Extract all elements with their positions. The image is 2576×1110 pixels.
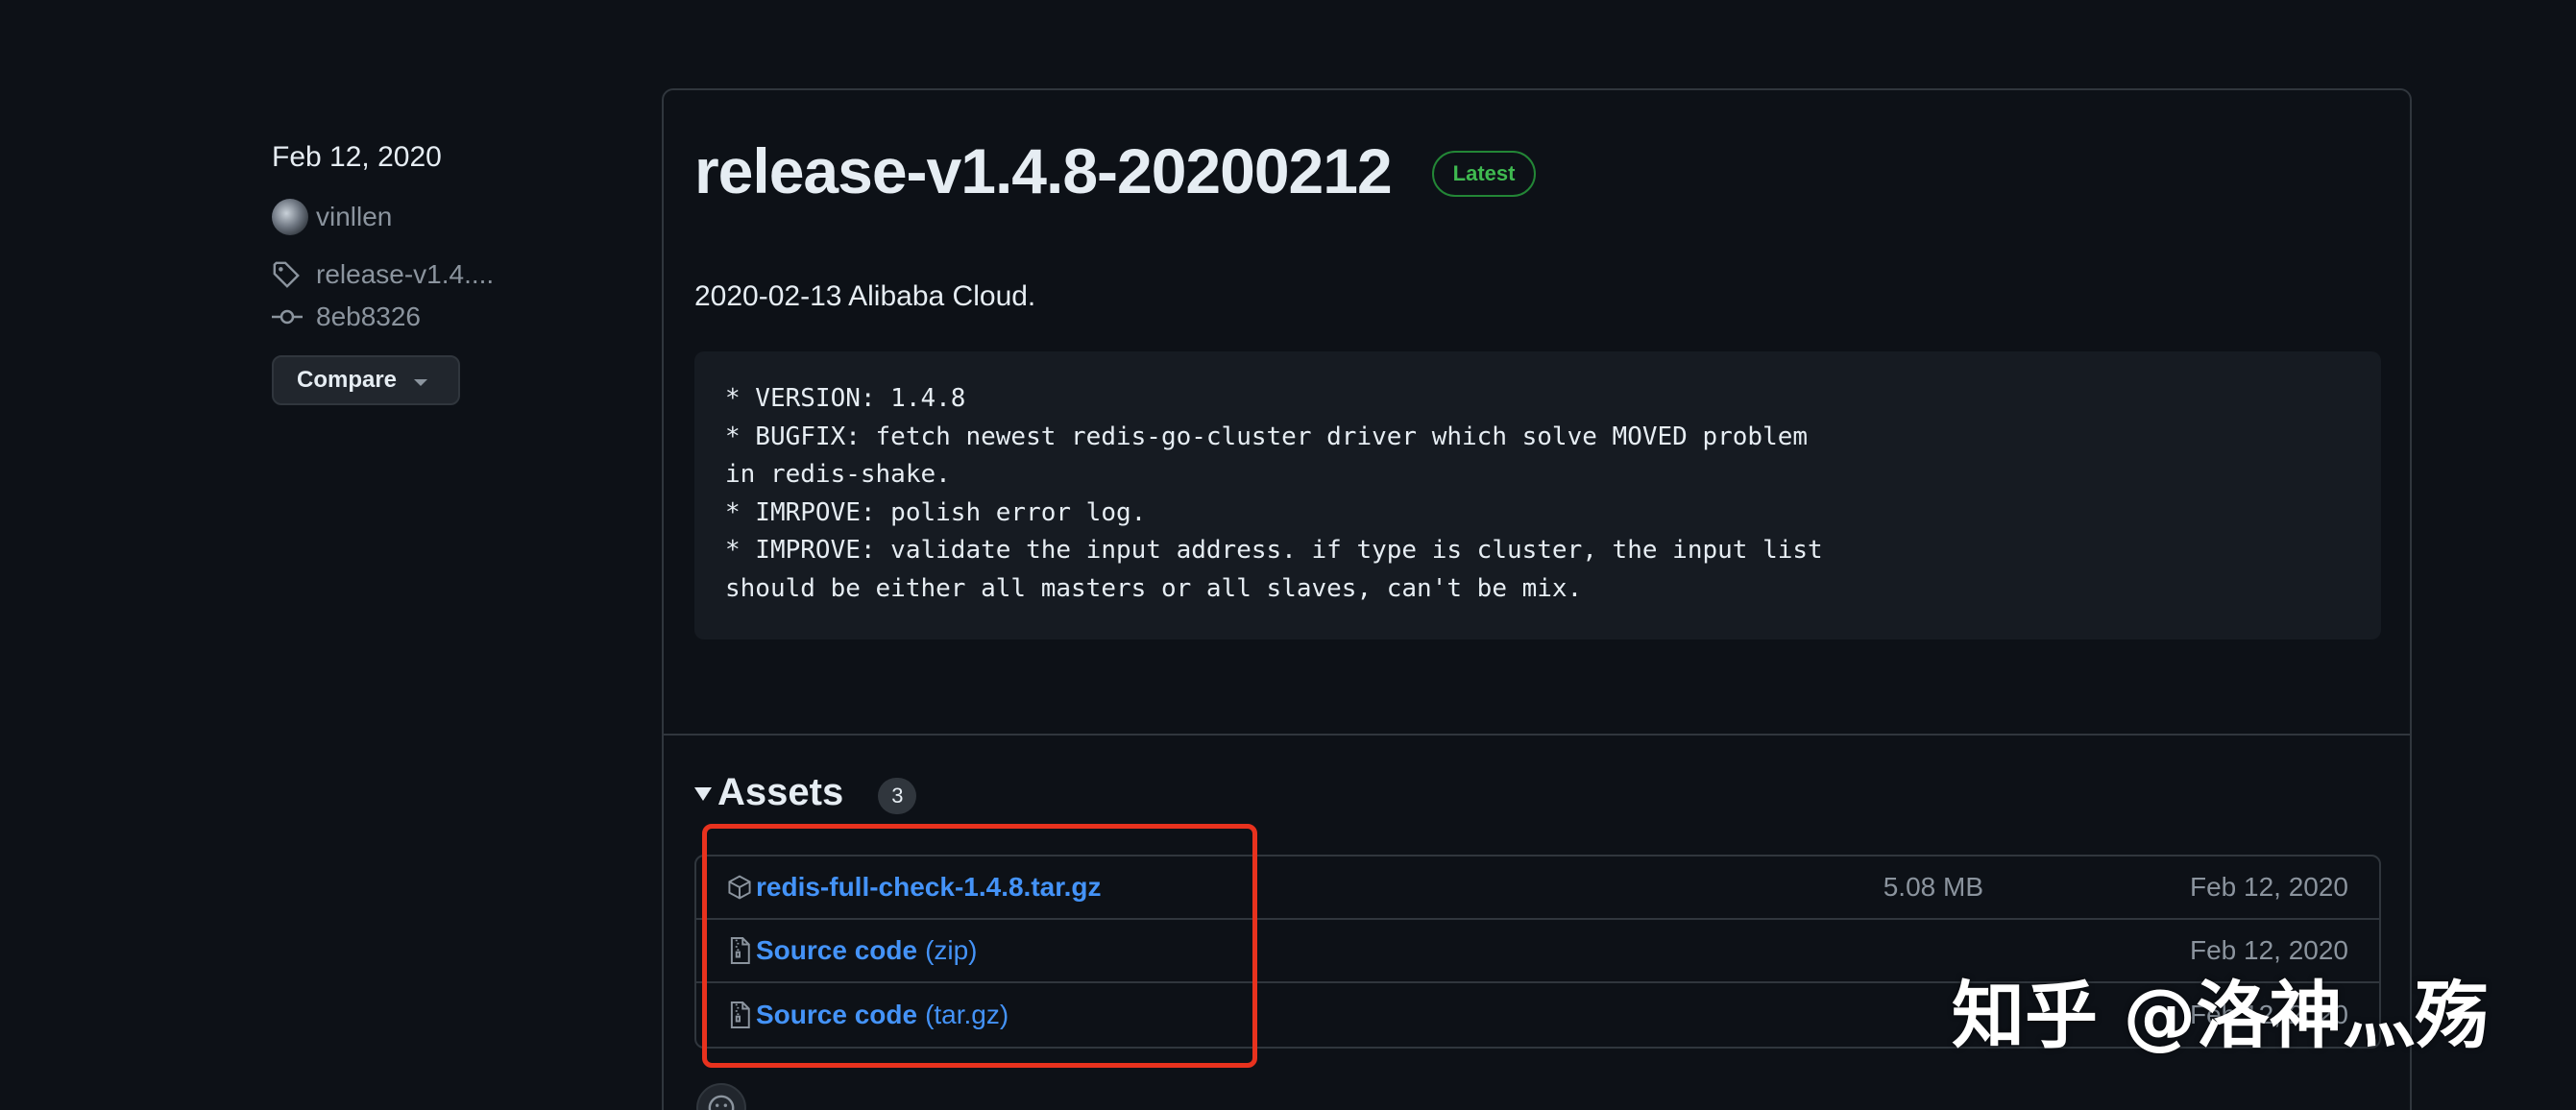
compare-label: Compare — [297, 367, 398, 393]
chevron-down-icon — [414, 378, 428, 386]
asset-format[interactable]: (zip) — [925, 935, 977, 966]
compare-button[interactable]: Compare — [272, 355, 460, 405]
release-notes-code: * VERSION: 1.4.8 * BUGFIX: fetch newest … — [694, 351, 2381, 639]
avatar — [272, 199, 308, 235]
add-reaction-button[interactable] — [696, 1083, 746, 1110]
asset-size: 5.08 MB — [1883, 872, 1983, 902]
triangle-down-icon — [694, 787, 712, 801]
file-zip-icon — [727, 935, 756, 966]
author-name: vinllen — [316, 202, 393, 231]
asset-date: Feb 12, 2020 — [2189, 872, 2348, 902]
asset-name[interactable]: redis-full-check-1.4.8.tar.gz — [756, 872, 1101, 903]
tag-icon — [272, 260, 308, 289]
divider — [664, 734, 2410, 736]
release-header: release-v1.4.8-20200212 Latest — [694, 134, 1537, 207]
smiley-icon — [708, 1095, 735, 1110]
release-page: Feb 12, 2020 vinllen release-v1.4.... 8e… — [0, 0, 2576, 1110]
tag-link[interactable]: release-v1.4.... — [272, 255, 618, 294]
file-zip-icon — [727, 1000, 756, 1030]
commit-icon — [272, 302, 308, 331]
commit-hash: 8eb8326 — [316, 302, 422, 331]
latest-badge: Latest — [1431, 151, 1537, 197]
release-description: 2020-02-13 Alibaba Cloud. — [694, 280, 1036, 312]
commit-link[interactable]: 8eb8326 — [272, 298, 618, 336]
assets-count-badge: 3 — [878, 778, 917, 814]
assets-toggle[interactable]: Assets 3 — [694, 770, 917, 814]
release-title[interactable]: release-v1.4.8-20200212 — [694, 134, 1393, 207]
asset-name[interactable]: Source code — [756, 1000, 917, 1030]
asset-row[interactable]: redis-full-check-1.4.8.tar.gz 5.08 MB Fe… — [696, 857, 2379, 920]
asset-name[interactable]: Source code — [756, 935, 917, 966]
package-icon — [727, 872, 756, 903]
assets-label: Assets — [717, 770, 844, 813]
author-link[interactable]: vinllen — [272, 198, 618, 236]
release-sidebar: Feb 12, 2020 vinllen release-v1.4.... 8e… — [272, 138, 618, 405]
release-date: Feb 12, 2020 — [272, 141, 442, 173]
watermark: 知乎 @洛神灬殇 — [1952, 973, 2489, 1058]
asset-format[interactable]: (tar.gz) — [925, 1000, 1009, 1030]
tag-name: release-v1.4.... — [316, 259, 495, 289]
